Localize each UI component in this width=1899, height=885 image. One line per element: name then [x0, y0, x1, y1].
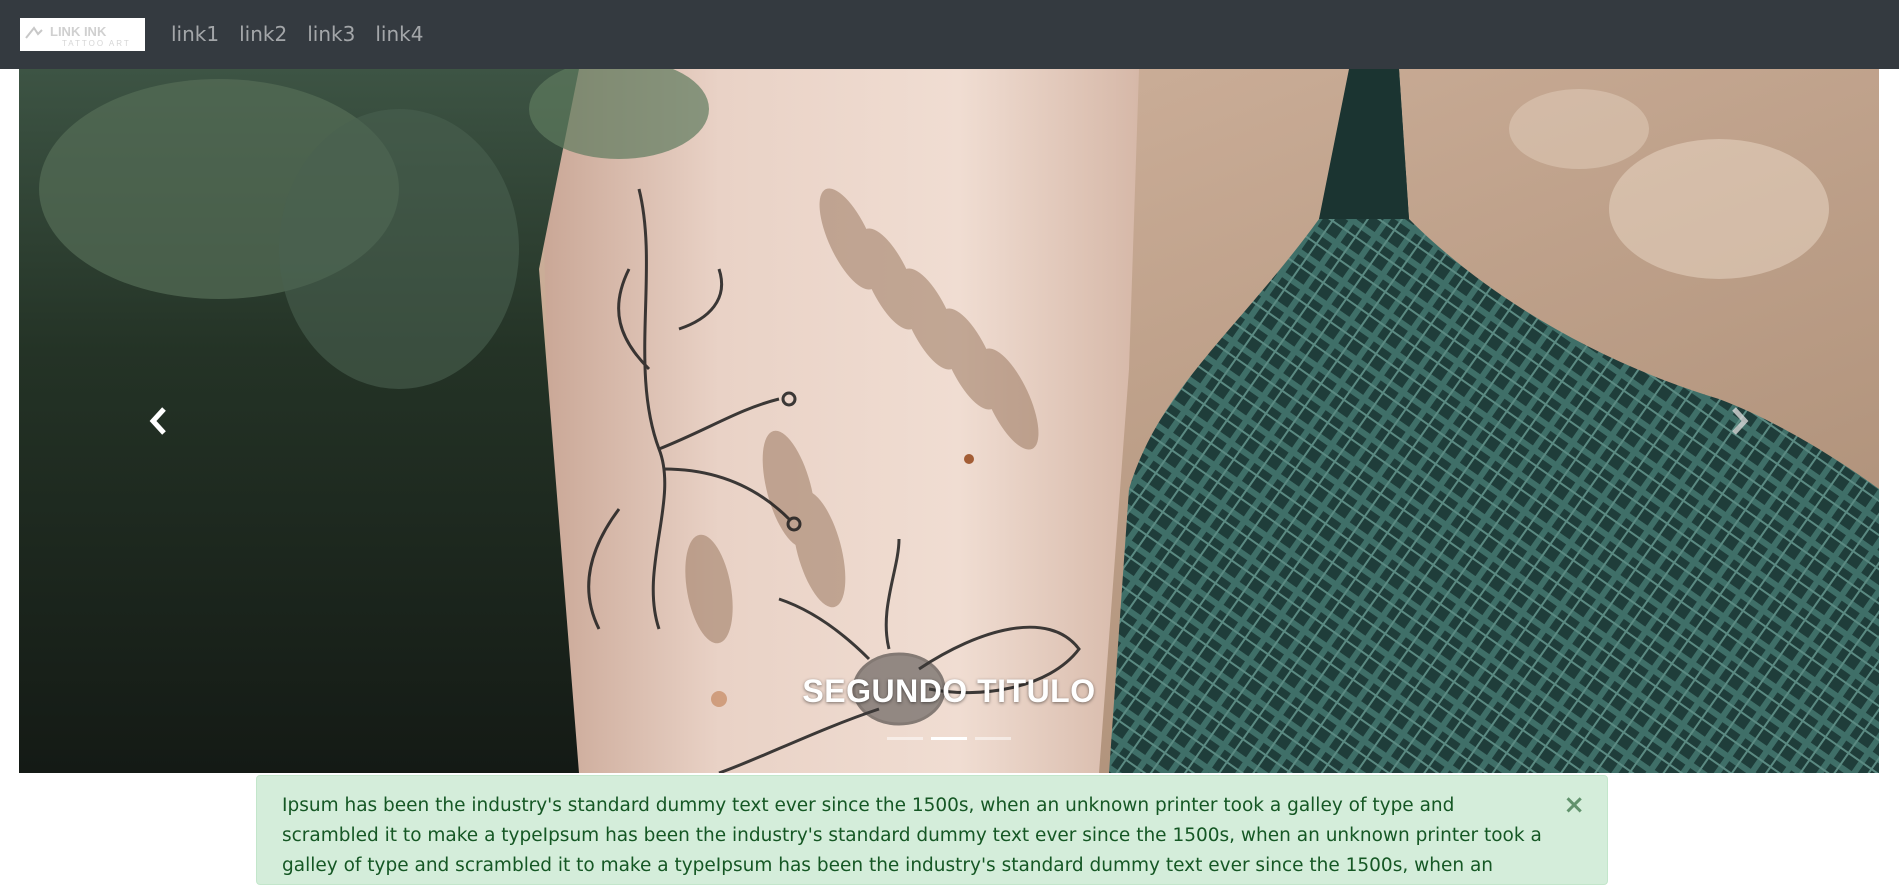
nav-link-3[interactable]: link3 [297, 0, 365, 69]
carousel-caption: SEGUNDO TITULO [802, 673, 1096, 709]
hero-carousel: SEGUNDO TITULO [19, 69, 1879, 773]
nav-link-1[interactable]: link1 [161, 0, 229, 69]
carousel-indicator-1[interactable] [887, 737, 923, 740]
success-alert: Ipsum has been the industry's standard d… [256, 775, 1608, 885]
carousel-indicator-2[interactable] [931, 737, 967, 740]
carousel-prev-button[interactable] [19, 69, 299, 773]
carousel-next-button[interactable] [1599, 69, 1879, 773]
chevron-right-icon [1732, 407, 1749, 435]
nav-link-4[interactable]: link4 [365, 0, 433, 69]
chevron-left-icon [149, 407, 166, 435]
logo-image: LINK INK TATTOO ART [20, 18, 145, 51]
carousel-indicators [19, 737, 1879, 740]
svg-text:TATTOO ART: TATTOO ART [62, 39, 131, 48]
carousel-indicator-3[interactable] [975, 737, 1011, 740]
nav-link-2[interactable]: link2 [229, 0, 297, 69]
alert-text: Ipsum has been the industry's standard d… [282, 795, 1542, 876]
brand-logo[interactable]: LINK INK TATTOO ART [20, 18, 145, 51]
navbar: LINK INK TATTOO ART link1 link2 link3 li… [0, 0, 1899, 69]
svg-text:LINK INK: LINK INK [50, 24, 107, 39]
alert-close-button[interactable]: × [1563, 792, 1585, 818]
